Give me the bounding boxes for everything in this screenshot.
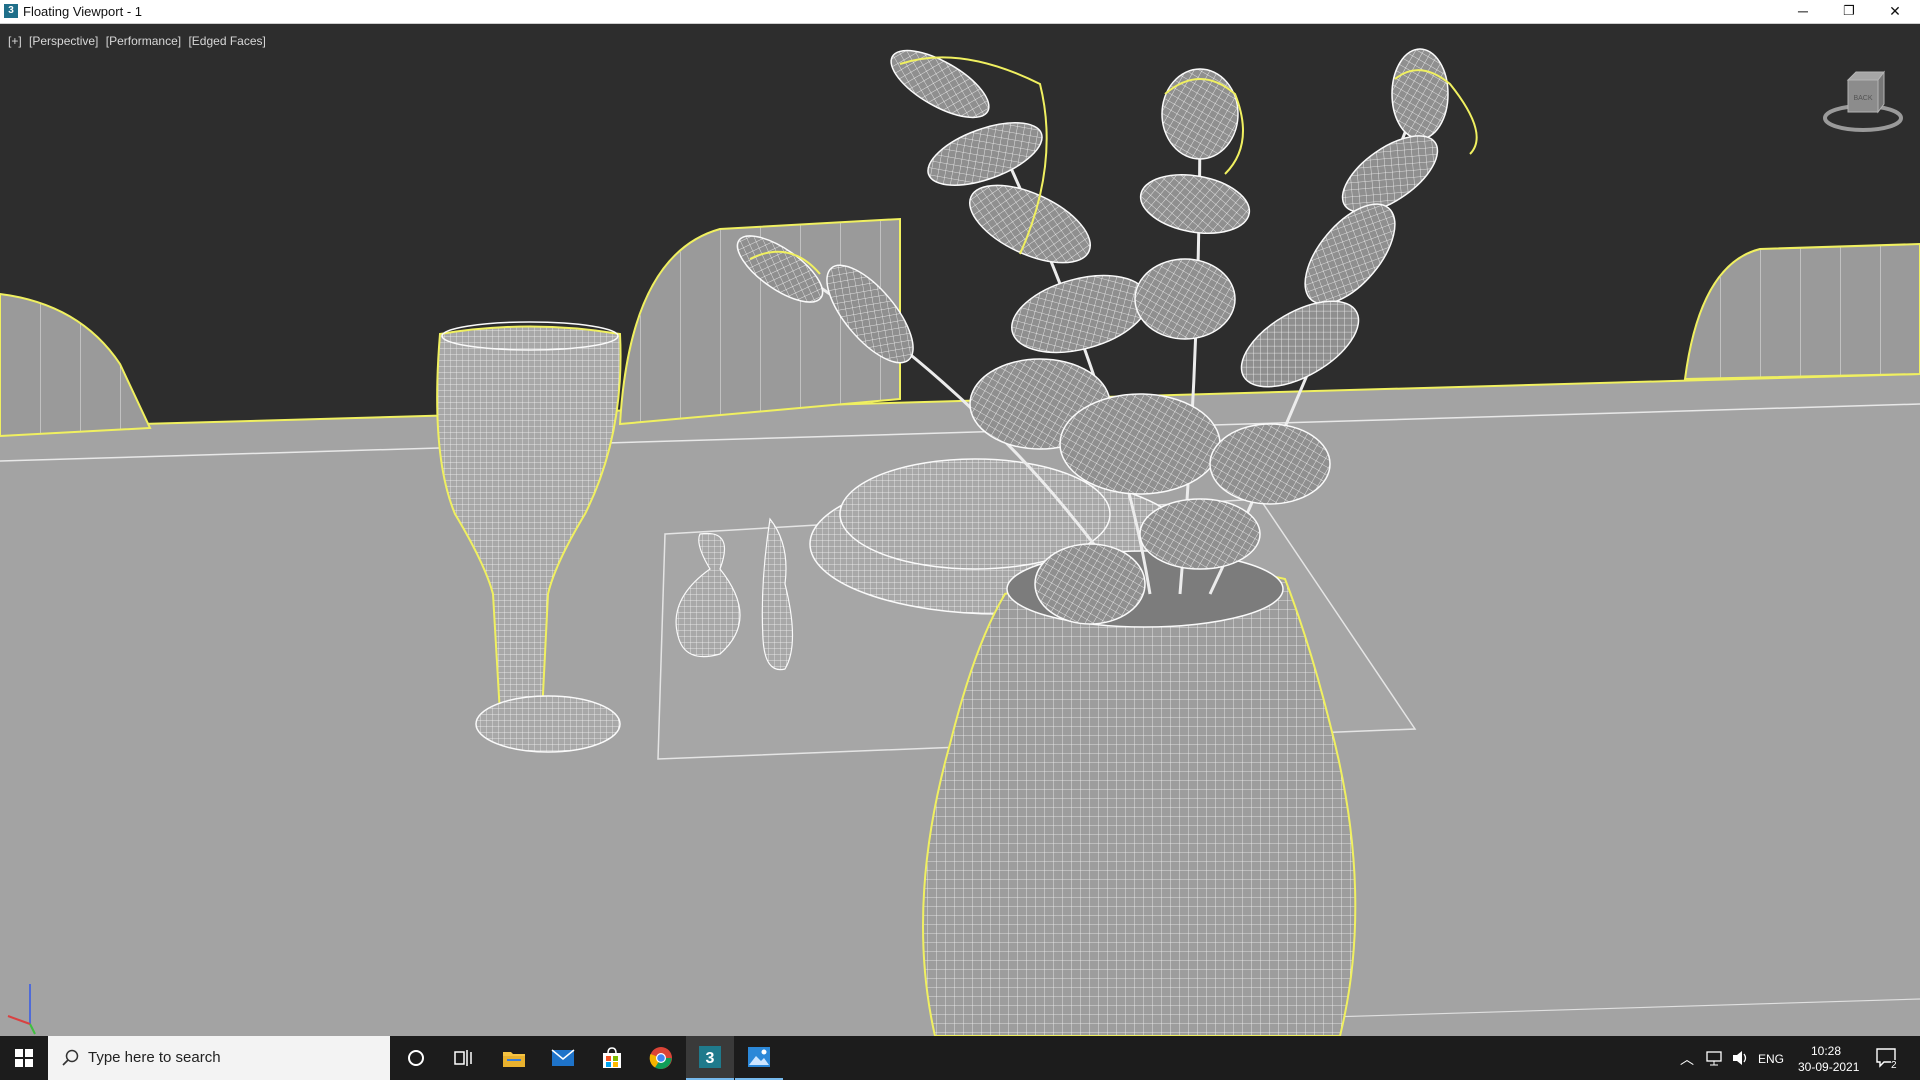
- viewport-menu-general[interactable]: [+]: [8, 34, 22, 48]
- volume-icon[interactable]: [1732, 1050, 1750, 1066]
- cortana-icon[interactable]: [392, 1036, 440, 1080]
- wine-glass-base: [475, 695, 621, 753]
- viewcube-icon: BACK: [1823, 70, 1903, 132]
- task-view-icon[interactable]: [440, 1036, 488, 1080]
- restore-button[interactable]: ❐: [1826, 0, 1872, 23]
- window-title: Floating Viewport - 1: [23, 4, 142, 19]
- minimize-button[interactable]: ─: [1780, 0, 1826, 23]
- svg-text:3: 3: [706, 1050, 715, 1067]
- close-button[interactable]: ✕: [1872, 0, 1918, 23]
- mail-icon[interactable]: [539, 1036, 587, 1080]
- windows-start-icon[interactable]: [0, 1036, 48, 1080]
- chair-right: [1683, 242, 1920, 381]
- viewcube[interactable]: BACK: [1818, 60, 1908, 140]
- photos-icon[interactable]: [735, 1036, 783, 1080]
- 3dsmax-icon[interactable]: 3: [686, 1036, 734, 1080]
- taskbar: Type here to search 3 ︿ ENG 10:28 30-09-…: [0, 1036, 1920, 1080]
- clock-date[interactable]: 30-09-2021: [1798, 1060, 1859, 1074]
- vase: [922, 566, 1357, 1036]
- viewport-menu-performance[interactable]: [Performance]: [106, 34, 181, 48]
- viewport-label-menu[interactable]: [+] [Perspective] [Performance] [Edged F…: [8, 34, 270, 48]
- chair-left: [0, 292, 152, 438]
- title-bar[interactable]: 3 Floating Viewport - 1 ─ ❐ ✕: [0, 0, 1920, 24]
- network-icon[interactable]: [1706, 1050, 1724, 1066]
- viewport-menu-view[interactable]: [Perspective]: [29, 34, 98, 48]
- 3dsmax-app-icon: 3: [4, 4, 18, 18]
- language-indicator[interactable]: ENG: [1758, 1052, 1784, 1066]
- viewport-menu-shading[interactable]: [Edged Faces]: [188, 34, 265, 48]
- file-explorer-icon[interactable]: [490, 1036, 538, 1080]
- taskbar-search-box[interactable]: Type here to search: [48, 1036, 390, 1080]
- perspective-viewport[interactable]: [+] [Perspective] [Performance] [Edged F…: [0, 24, 1920, 1036]
- chevron-up-icon[interactable]: ︿: [1680, 1049, 1694, 1069]
- floating-viewport-window: 3 Floating Viewport - 1 ─ ❐ ✕ [+] [Persp…: [0, 0, 1920, 1080]
- viewcube-face-label: BACK: [1853, 95, 1872, 102]
- store-icon[interactable]: [588, 1036, 636, 1080]
- chrome-icon[interactable]: [637, 1036, 685, 1080]
- search-icon: [62, 1049, 79, 1066]
- wireframe-scene: [0, 48, 1920, 1036]
- clock-time[interactable]: 10:28: [1811, 1044, 1841, 1058]
- notification-count-badge: 2: [1891, 1060, 1897, 1071]
- search-placeholder: Type here to search: [88, 1049, 221, 1066]
- system-tray: ︿ ENG 10:28 30-09-2021 2: [1680, 1036, 1920, 1080]
